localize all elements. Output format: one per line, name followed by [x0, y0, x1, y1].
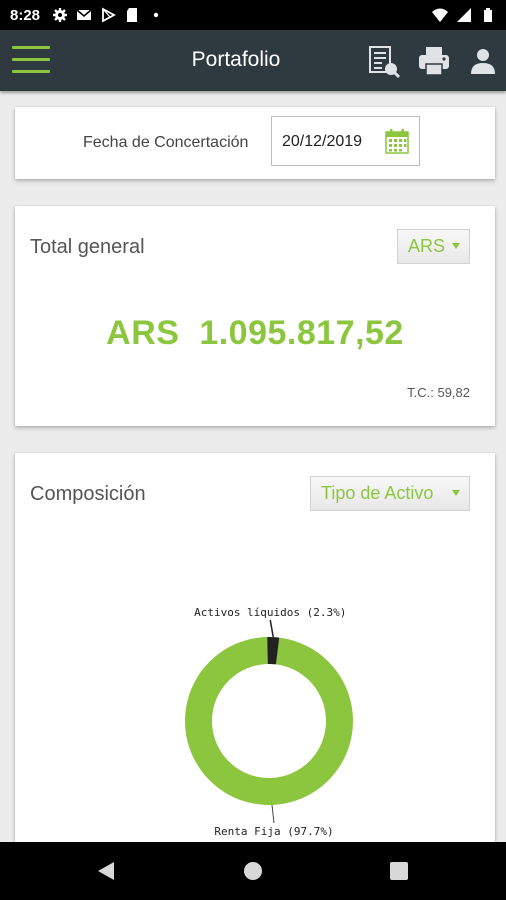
- date-input[interactable]: 20/12/2019: [271, 116, 420, 166]
- play-store-icon: [102, 7, 116, 23]
- recents-icon[interactable]: [387, 859, 411, 883]
- date-value: 20/12/2019: [282, 133, 363, 150]
- wifi-icon: [432, 8, 448, 22]
- currency-select[interactable]: ARS: [397, 229, 470, 264]
- gmail-icon: [76, 9, 92, 20]
- app-bar: Portafolio: [0, 30, 506, 91]
- composition-title: Composición: [30, 483, 146, 505]
- donut-chart: Activos líquidos (2.3%) Renta Fija (97.7%…: [184, 606, 353, 838]
- print-icon[interactable]: [417, 44, 451, 78]
- composition-chart: Activos líquidos (2.3%) Renta Fija (97.7%…: [30, 578, 495, 853]
- sd-card-icon: [127, 8, 138, 22]
- back-icon[interactable]: [94, 859, 118, 883]
- home-icon[interactable]: [241, 859, 265, 883]
- status-bar: 8:28: [0, 0, 506, 30]
- gear-icon: [53, 8, 68, 22]
- leader-line-renta-fija: [271, 804, 275, 824]
- leader-line-activos-liquidos: [269, 619, 274, 638]
- user-icon[interactable]: [466, 44, 500, 78]
- total-card: Total general ARS ARS 1.095.817,52 T.C.:…: [15, 206, 495, 426]
- dot-icon: [153, 12, 159, 18]
- calendar-icon[interactable]: [385, 128, 409, 154]
- currency-selected: ARS: [408, 236, 446, 256]
- chevron-down-icon: [452, 243, 460, 249]
- status-time: 8:28: [10, 6, 41, 24]
- label-activos-liquidos: Activos líquidos (2.3%): [194, 606, 346, 619]
- battery-icon: [484, 8, 492, 22]
- total-title: Total general: [30, 236, 145, 258]
- composition-card: Composición Tipo de Activo Activos líqui…: [15, 453, 495, 853]
- chevron-down-icon: [452, 490, 460, 496]
- total-amount: ARS 1.095.817,52: [106, 314, 404, 352]
- signal-icon: [457, 8, 471, 22]
- report-icon[interactable]: [366, 44, 400, 78]
- group-by-select[interactable]: Tipo de Activo: [310, 476, 470, 511]
- exchange-rate: T.C.: 59,82: [407, 385, 470, 400]
- navigation-bar: [0, 842, 506, 900]
- label-renta-fija: Renta Fija (97.7%): [214, 825, 333, 838]
- date-label: Fecha de Concertación: [83, 134, 249, 151]
- date-card: Fecha de Concertación 20/12/2019: [15, 107, 495, 179]
- group-by-selected: Tipo de Activo: [321, 483, 434, 503]
